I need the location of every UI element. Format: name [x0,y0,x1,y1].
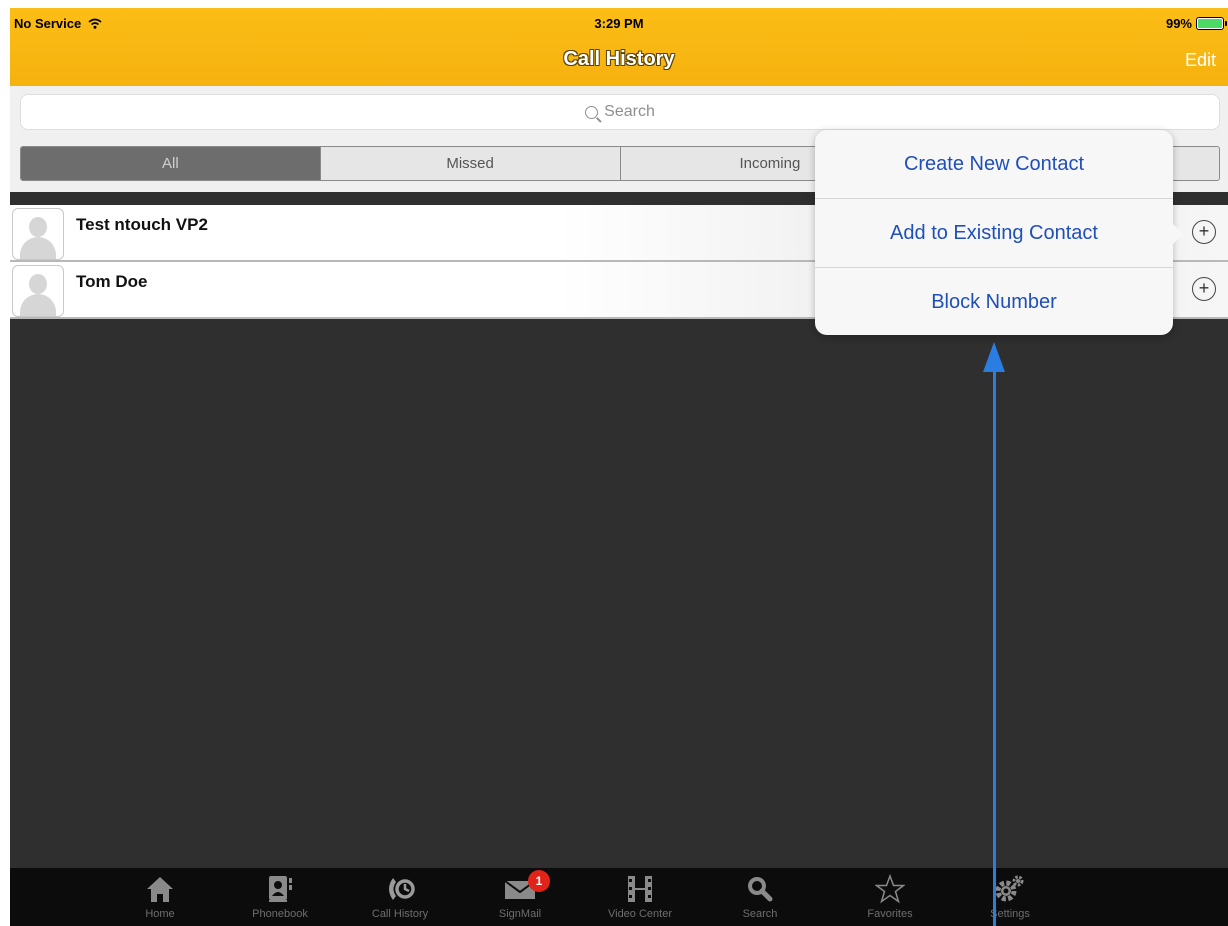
tab-favorites[interactable]: Favorites [840,868,940,926]
caller-name: Test ntouch VP2 [76,215,208,234]
tab-label: Call History [371,908,429,920]
battery-icon [1196,17,1227,30]
annotation-arrow-head [983,342,1005,372]
page-title: Call History [563,48,675,70]
tab-search[interactable]: Search [710,868,810,926]
contact-action-popover: Create New Contact Add to Existing Conta… [815,130,1183,336]
search-placeholder: Search [604,103,655,120]
tab-phonebook[interactable]: Phonebook [230,868,330,926]
gear-icon [960,872,1060,906]
star-icon [840,872,940,906]
search-input[interactable]: Search [20,94,1220,130]
battery-status: 99% [1165,16,1227,31]
clock: 3:29 PM [594,16,644,31]
tab-label: Search [742,908,778,920]
unread-badge: 1 [528,870,550,892]
signmail-icon: 1 [470,870,570,906]
tab-label: Favorites [867,908,913,920]
edit-button[interactable]: Edit [1185,50,1216,71]
create-new-contact-button[interactable]: Create New Contact [815,130,1173,199]
search-icon [710,872,810,906]
annotation-arrow-line [993,370,996,926]
add-contact-icon[interactable]: + [1192,277,1216,301]
caller-name: Tom Doe [76,272,148,291]
tab-label: SignMail [498,908,542,920]
block-number-button[interactable]: Block Number [815,268,1173,336]
tab-settings[interactable]: Settings [960,868,1060,926]
segment-all[interactable]: All [21,147,321,180]
add-contact-icon[interactable]: + [1192,220,1216,244]
tab-label: Phonebook [252,908,308,920]
tab-home[interactable]: Home [110,868,210,926]
avatar [12,208,64,260]
tab-call-history[interactable]: Call History [350,868,450,926]
tab-label: Home [145,908,175,920]
film-icon [590,872,690,906]
phonebook-icon [230,872,330,906]
add-to-existing-contact-button[interactable]: Add to Existing Contact [815,199,1173,268]
home-icon [110,872,210,906]
tab-bar: Home Phonebook Call History 1 SignMail V… [10,868,1228,926]
call-history-icon [350,872,450,906]
tab-video-center[interactable]: Video Center [590,868,690,926]
battery-percent: 99% [1165,16,1192,31]
tab-label: Video Center [607,908,672,920]
search-icon [585,105,599,119]
segment-missed[interactable]: Missed [321,147,621,180]
header: No Service 3:29 PM 99% Call History Edit [10,8,1228,86]
tab-label: Settings [990,908,1030,920]
avatar [12,265,64,317]
tab-signmail[interactable]: 1 SignMail [470,868,570,926]
